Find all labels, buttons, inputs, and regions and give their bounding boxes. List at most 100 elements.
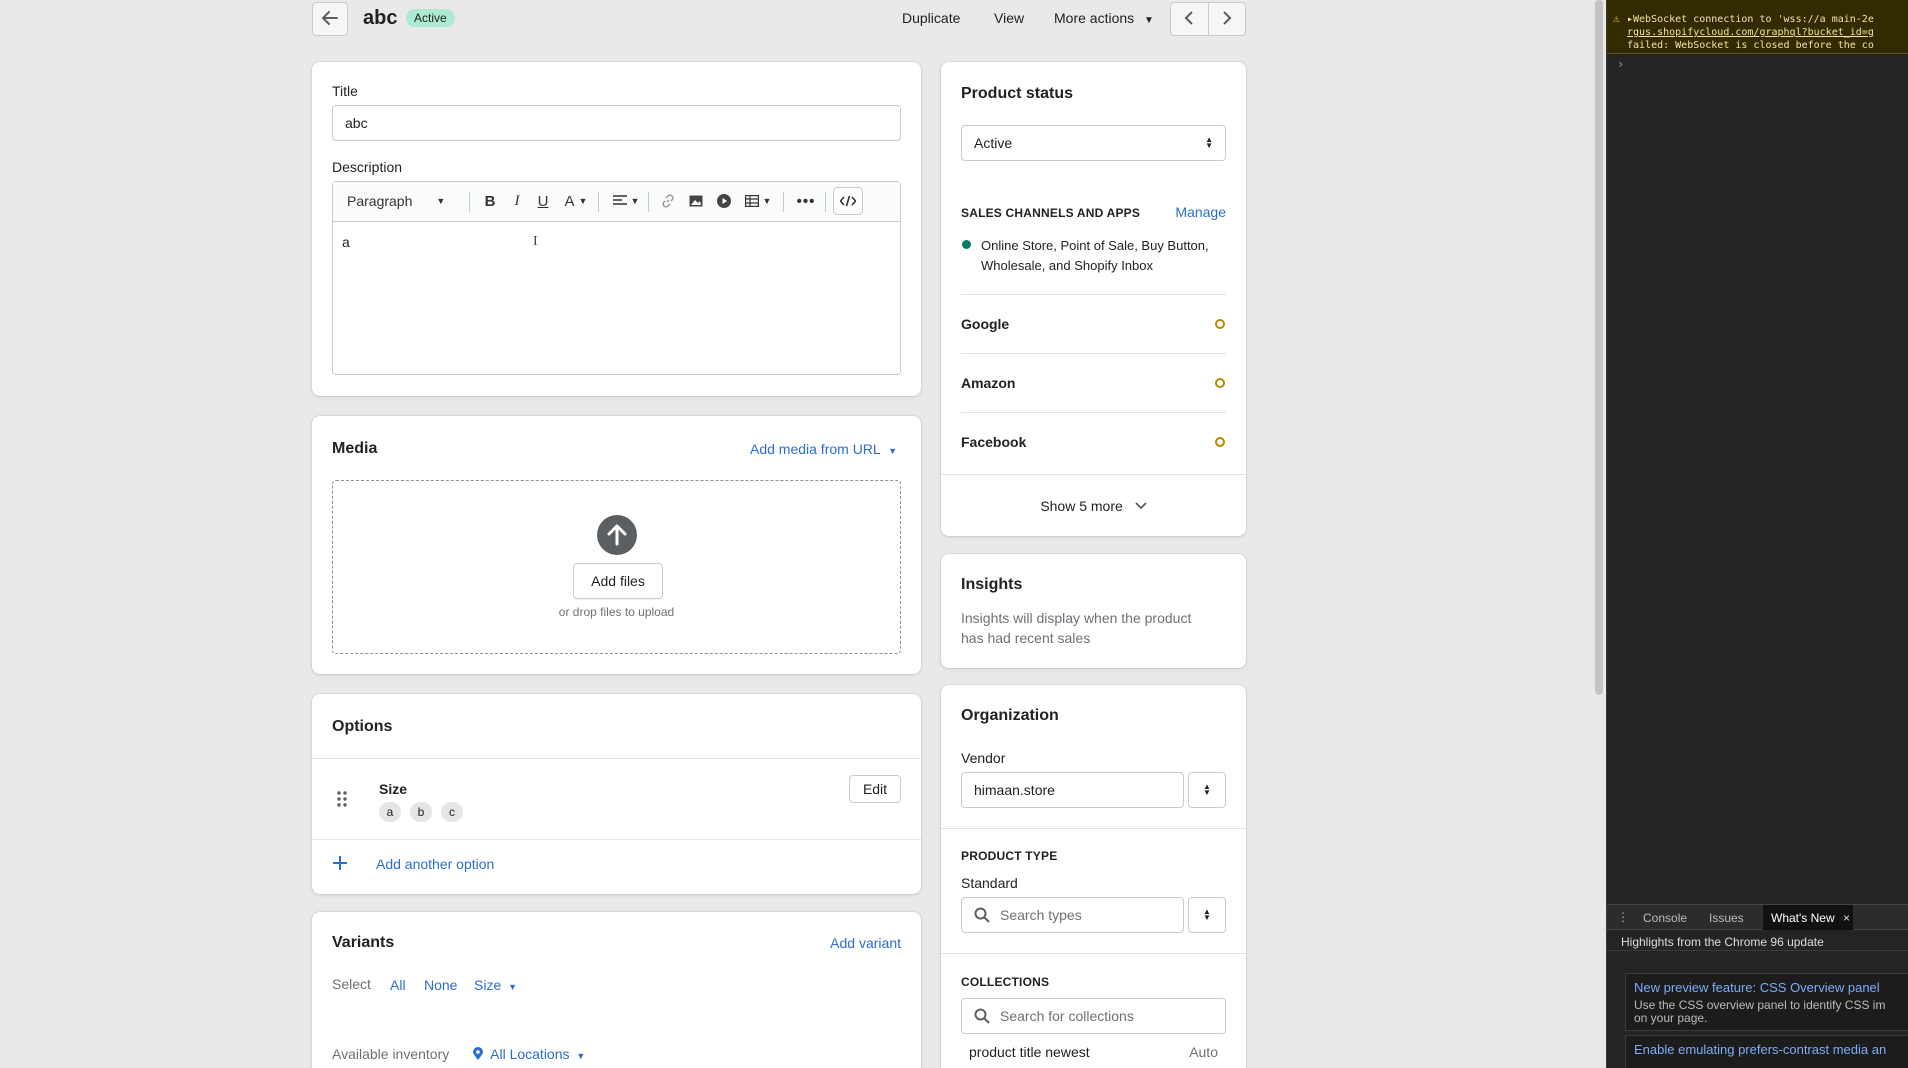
image-icon[interactable] bbox=[685, 188, 707, 214]
add-another-option-button[interactable]: Add another option bbox=[376, 856, 494, 872]
page-title: abc bbox=[363, 7, 398, 29]
console-message-line: failed: WebSocket is closed before the c… bbox=[1627, 40, 1874, 51]
channel-pending-icon bbox=[1215, 437, 1225, 447]
console-message-line[interactable]: ▸WebSocket connection to 'wss://a main-2… bbox=[1627, 13, 1874, 26]
product-status-card: Product status Active ▲ ▼ SALES CHANNELS … bbox=[941, 62, 1246, 536]
status-badge: Active bbox=[406, 9, 455, 27]
link-icon[interactable] bbox=[657, 188, 679, 214]
select-all-button[interactable]: All bbox=[390, 977, 406, 993]
options-heading: Options bbox=[332, 718, 393, 735]
tab-whats-new-label: What's New bbox=[1771, 911, 1835, 925]
search-collections-input[interactable]: Search for collections bbox=[961, 998, 1226, 1034]
prev-next-nav bbox=[1170, 2, 1246, 36]
whats-new-header: Highlights from the Chrome 96 update bbox=[1607, 931, 1908, 951]
console-prompt[interactable]: › bbox=[1617, 58, 1624, 71]
all-locations-label: All Locations bbox=[490, 1046, 570, 1062]
product-status-select[interactable]: Active ▲ ▼ bbox=[961, 125, 1226, 161]
search-types-input[interactable]: Search types bbox=[961, 897, 1184, 933]
previous-product-button[interactable] bbox=[1171, 3, 1209, 35]
tab-whats-new[interactable]: What's New × bbox=[1763, 905, 1853, 930]
tab-console[interactable]: Console bbox=[1643, 911, 1687, 925]
table-icon[interactable]: ▼ bbox=[741, 188, 775, 214]
caret-down-icon: ▼ bbox=[508, 982, 518, 992]
console-message-line[interactable]: rgus.shopifycloud.com/graphql?bucket_id=… bbox=[1627, 26, 1874, 39]
insights-card: Insights Insights will display when the … bbox=[941, 554, 1246, 668]
title-label: Title bbox=[332, 83, 358, 99]
media-heading: Media bbox=[332, 440, 378, 457]
drop-files-hint: or drop files to upload bbox=[558, 605, 675, 619]
whats-new-item[interactable]: Enable emulating prefers-contrast media … bbox=[1625, 1035, 1908, 1068]
add-variant-button[interactable]: Add variant bbox=[830, 935, 901, 951]
add-media-from-url-button[interactable]: Add media from URL ▼ bbox=[750, 441, 897, 457]
caret-down-icon: ▼ bbox=[576, 1051, 586, 1061]
view-button[interactable]: View bbox=[994, 10, 1024, 26]
warning-icon: ⚠ bbox=[1613, 12, 1620, 25]
duplicate-button[interactable]: Duplicate bbox=[902, 10, 960, 26]
code-view-icon[interactable] bbox=[833, 187, 863, 215]
option-value-chip: c bbox=[441, 802, 463, 822]
channel-google: Google bbox=[961, 316, 1010, 332]
devtools-drawer-tabs: ⋮ Console Issues What's New × bbox=[1607, 904, 1908, 930]
align-icon[interactable]: ▼ bbox=[610, 188, 642, 214]
product-status-value: Active bbox=[974, 135, 1013, 151]
caret-down-icon: ▼ bbox=[888, 446, 897, 456]
select-size-dropdown[interactable]: Size ▼ bbox=[474, 977, 517, 993]
bold-icon[interactable]: B bbox=[478, 188, 502, 214]
product-status-heading: Product status bbox=[961, 85, 1074, 102]
tab-issues[interactable]: Issues bbox=[1709, 911, 1744, 925]
add-media-from-url-label: Add media from URL bbox=[749, 441, 881, 457]
whats-new-item[interactable]: New preview feature: CSS Overview panel … bbox=[1625, 973, 1908, 1031]
options-card: Options Size a b c Edit Add another opti… bbox=[312, 694, 921, 894]
insights-line: has had recent sales bbox=[961, 630, 1091, 646]
product-type-value: Standard bbox=[961, 875, 1018, 891]
variants-heading: Variants bbox=[332, 934, 395, 951]
back-button[interactable] bbox=[312, 2, 348, 36]
vendor-input[interactable]: himaan.store bbox=[961, 772, 1184, 808]
whats-new-item-desc: on your page. bbox=[1634, 1011, 1708, 1025]
page-scrollbar[interactable] bbox=[1592, 0, 1606, 1068]
insights-line: Insights will display when the product bbox=[961, 610, 1192, 626]
scrollbar-thumb[interactable] bbox=[1595, 0, 1603, 695]
chevron-down-icon bbox=[1135, 497, 1147, 513]
sales-channels-heading: SALES CHANNELS AND APPS bbox=[961, 206, 1141, 220]
online-channels-line: Online Store, Point of Sale, Buy Button, bbox=[981, 238, 1209, 253]
variants-card: Variants Add variant Select All None Siz… bbox=[312, 912, 921, 1068]
channel-facebook: Facebook bbox=[961, 434, 1027, 450]
manage-channels-button[interactable]: Manage bbox=[1175, 204, 1226, 220]
more-tools-icon[interactable]: ••• bbox=[793, 188, 819, 214]
channel-active-dot-icon bbox=[962, 240, 971, 249]
paragraph-format-label: Paragraph bbox=[347, 193, 413, 209]
editor-content[interactable]: a bbox=[342, 234, 350, 250]
edit-option-button[interactable]: Edit bbox=[849, 775, 901, 803]
add-files-button[interactable]: Add files bbox=[573, 563, 663, 599]
text-color-icon[interactable]: A ▼ bbox=[560, 188, 592, 214]
video-icon[interactable] bbox=[713, 188, 735, 214]
channel-pending-icon bbox=[1215, 378, 1225, 388]
drawer-menu-icon[interactable]: ⋮ bbox=[1617, 910, 1629, 924]
all-locations-dropdown[interactable]: All Locations ▼ bbox=[472, 1046, 585, 1064]
insights-text: Insights will display when the product h… bbox=[961, 608, 1191, 648]
underline-icon[interactable]: U bbox=[533, 188, 553, 214]
text-cursor-icon: I bbox=[533, 234, 538, 249]
rich-text-editor: Paragraph ▼ B I U A ▼ ▼ ▼ ••• a I bbox=[332, 181, 901, 375]
close-icon[interactable]: × bbox=[1843, 911, 1850, 925]
option-name: Size bbox=[379, 781, 408, 797]
type-select-arrows-icon[interactable]: ▲ ▼ bbox=[1188, 897, 1226, 933]
title-input[interactable]: abc bbox=[332, 105, 901, 141]
show-more-channels-button[interactable]: Show 5 more bbox=[941, 497, 1246, 514]
title-description-card: Title abc Description Paragraph ▼ B I U … bbox=[312, 62, 921, 396]
whats-new-item-title[interactable]: New preview feature: CSS Overview panel bbox=[1634, 980, 1880, 995]
file-dropzone[interactable]: Add files or drop files to upload bbox=[332, 480, 901, 654]
select-arrows-icon: ▲ ▼ bbox=[1205, 135, 1213, 150]
drag-handle-icon[interactable] bbox=[336, 790, 348, 808]
select-none-button[interactable]: None bbox=[424, 977, 457, 993]
paragraph-format-select[interactable]: Paragraph ▼ bbox=[341, 188, 461, 214]
whats-new-item-title[interactable]: Enable emulating prefers-contrast media … bbox=[1634, 1042, 1886, 1057]
italic-icon[interactable]: I bbox=[507, 188, 527, 214]
option-value-chip: b bbox=[410, 802, 432, 822]
media-card: Media Add media from URL ▼ Add files or … bbox=[312, 416, 921, 674]
more-actions-button[interactable]: More actions ▼ bbox=[1054, 10, 1154, 26]
next-product-button[interactable] bbox=[1209, 3, 1246, 35]
caret-down-icon: ▼ bbox=[1144, 15, 1154, 26]
vendor-select-arrows-icon[interactable]: ▲ ▼ bbox=[1188, 772, 1226, 808]
